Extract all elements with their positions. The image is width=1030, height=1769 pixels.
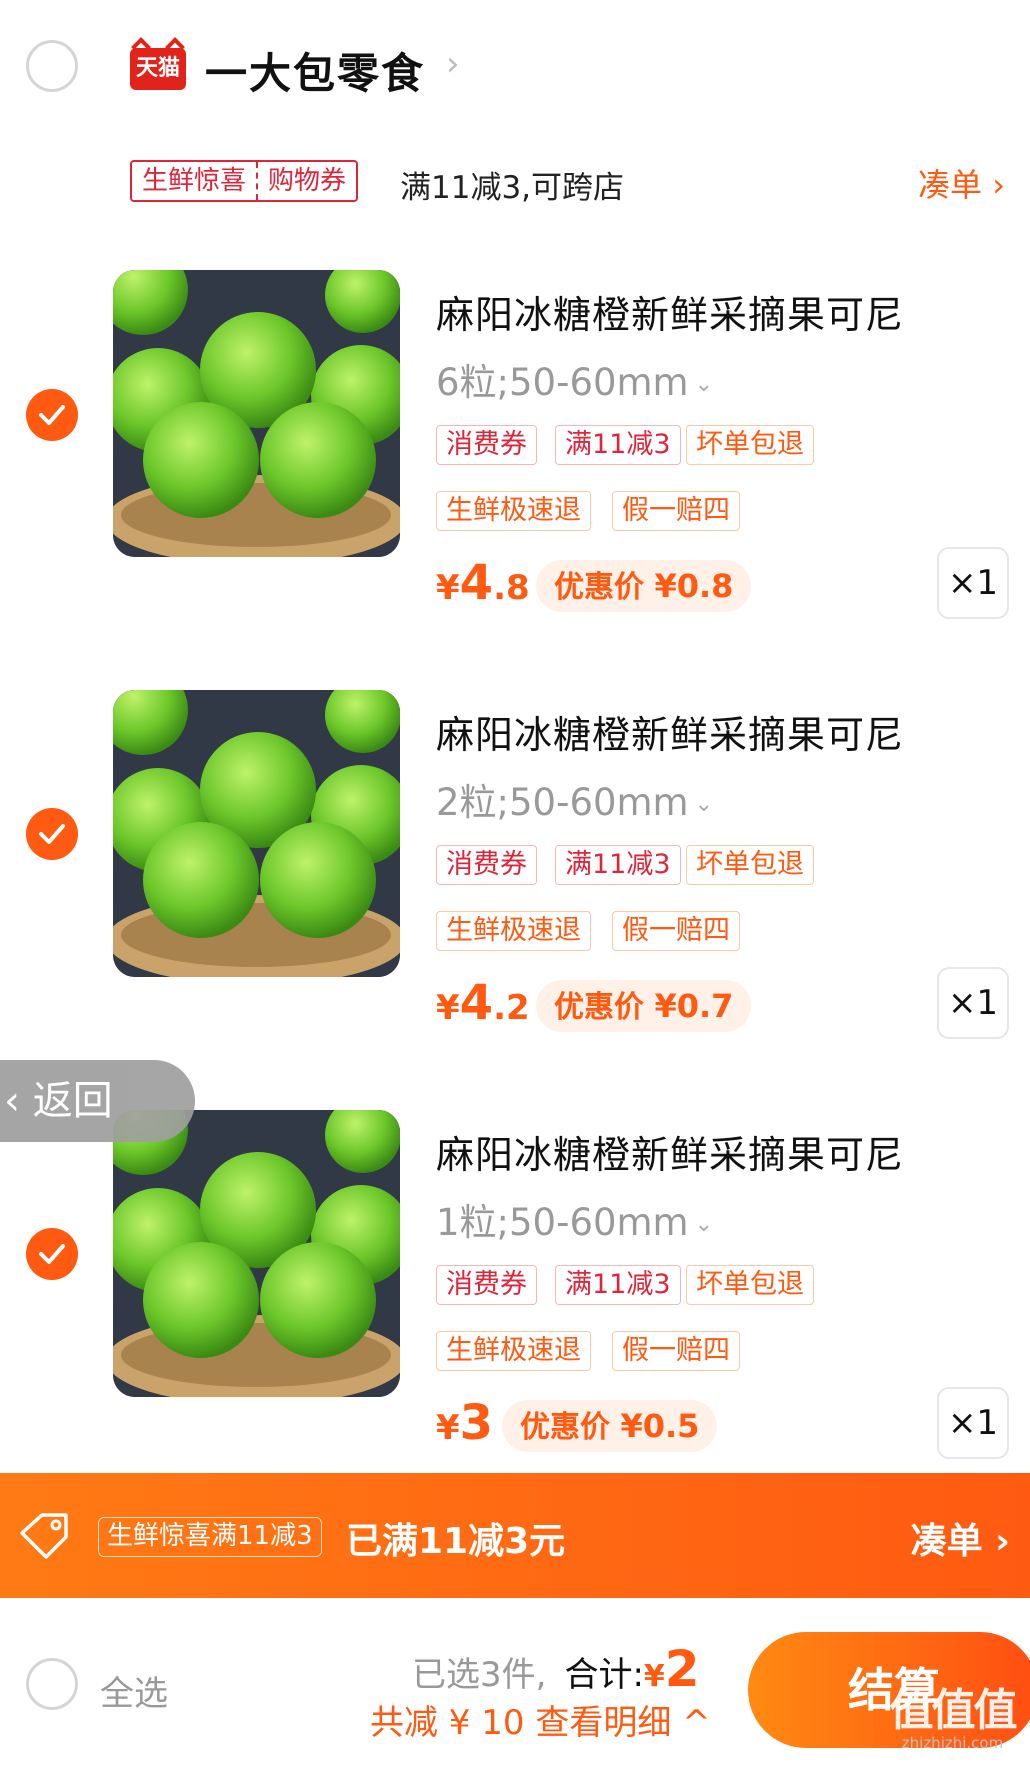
watermark: 值值值 zhizhizhi.com	[889, 1685, 1018, 1753]
order-summary: 已选3件, 合计:¥2	[412, 1640, 700, 1698]
chevron-down-icon: ⌄	[694, 792, 714, 817]
orange-fruit-image	[113, 1110, 400, 1397]
selected-count: 已选3件,	[412, 1655, 547, 1695]
discount-price-badge: 优惠价 ¥0.7	[536, 980, 752, 1032]
checkmark-icon	[39, 824, 65, 844]
product-title[interactable]: 麻阳冰糖橙新鲜采摘果可尼	[436, 1124, 904, 1179]
coupon-badge-left: 生鲜惊喜	[142, 166, 247, 196]
discount-price-badge: 优惠价 ¥0.5	[502, 1400, 718, 1452]
tag-fresh-fast-refund: 生鲜极速退	[436, 911, 591, 951]
tag-damage-refund: 坏单包退	[686, 845, 814, 885]
tmall-logo: 天猫	[130, 48, 186, 90]
tag-consumer-coupon: 消费券	[436, 845, 537, 885]
chevron-down-icon: ⌄	[694, 1212, 714, 1237]
orange-fruit-image	[113, 690, 400, 977]
product-title[interactable]: 麻阳冰糖橙新鲜采摘果可尼	[436, 284, 904, 339]
tag-damage-refund: 坏单包退	[686, 425, 814, 465]
orange-fruit-image	[113, 270, 400, 557]
checkmark-icon	[39, 1244, 65, 1264]
quantity-button[interactable]: ×1	[937, 1387, 1009, 1459]
promo-status-text: 已满11减3元	[346, 1521, 566, 1562]
product-checkbox[interactable]	[26, 389, 78, 441]
coupon-badge-right: 购物券	[268, 166, 347, 196]
saved-detail-link[interactable]: 共减 ¥ 10 查看明细 ^	[370, 1695, 711, 1744]
tag-full-reduction: 满11减3	[555, 1265, 681, 1305]
tag-icon	[20, 1513, 68, 1559]
tag-damage-refund: 坏单包退	[686, 1265, 814, 1305]
product-spec: 1粒;50-60mm	[436, 1201, 689, 1244]
product-spec: 2粒;50-60mm	[436, 781, 689, 824]
product-price: ¥3	[436, 1395, 494, 1451]
product-checkbox[interactable]	[26, 1228, 78, 1280]
promo-tag: 生鲜惊喜满11减3	[98, 1517, 322, 1557]
product-checkbox[interactable]	[26, 808, 78, 860]
tag-full-reduction: 满11减3	[555, 845, 681, 885]
tag-fake-compensation: 假一赔四	[612, 911, 740, 951]
total-label: 合计:	[564, 1655, 644, 1695]
tag-fake-compensation: 假一赔四	[612, 491, 740, 531]
shop-name[interactable]: 一大包零食	[205, 40, 425, 101]
tag-consumer-coupon: 消费券	[436, 1265, 537, 1305]
product-spec-selector[interactable]: 2粒;50-60mm ⌄	[436, 772, 713, 826]
product-image[interactable]	[113, 1110, 400, 1397]
chevron-down-icon: ⌄	[694, 372, 714, 397]
coupon-badge: 生鲜惊喜 购物券	[130, 160, 359, 202]
product-spec-selector[interactable]: 6粒;50-60mm ⌄	[436, 352, 713, 406]
tag-consumer-coupon: 消费券	[436, 425, 537, 465]
tag-fresh-fast-refund: 生鲜极速退	[436, 1331, 591, 1371]
shop-chevron-icon[interactable]: ›	[446, 44, 460, 84]
shop-select-radio[interactable]	[26, 40, 78, 92]
product-price: ¥4.8	[436, 555, 530, 611]
product-spec: 6粒;50-60mm	[436, 361, 689, 404]
coupon-add-items-link[interactable]: 凑单 ›	[918, 160, 1005, 206]
checkmark-icon	[39, 405, 65, 425]
select-all-label[interactable]: 全选	[100, 1666, 168, 1715]
coupon-description: 满11减3,可跨店	[400, 170, 625, 206]
tag-fresh-fast-refund: 生鲜极速退	[436, 491, 591, 531]
product-price: ¥4.2	[436, 975, 530, 1031]
product-spec-selector[interactable]: 1粒;50-60mm ⌄	[436, 1192, 713, 1246]
quantity-button[interactable]: ×1	[937, 967, 1009, 1039]
total-amount: ¥2	[643, 1640, 700, 1698]
tag-fake-compensation: 假一赔四	[612, 1331, 740, 1371]
back-button[interactable]: ‹ 返回	[0, 1060, 195, 1142]
product-title[interactable]: 麻阳冰糖橙新鲜采摘果可尼	[436, 704, 904, 759]
product-image[interactable]	[113, 690, 400, 977]
quantity-button[interactable]: ×1	[937, 547, 1009, 619]
select-all-radio[interactable]	[26, 1658, 78, 1710]
tag-full-reduction: 满11减3	[555, 425, 681, 465]
discount-price-badge: 优惠价 ¥0.8	[536, 560, 752, 612]
promo-add-items-link[interactable]: 凑单 ›	[911, 1512, 1010, 1564]
product-image[interactable]	[113, 270, 400, 557]
